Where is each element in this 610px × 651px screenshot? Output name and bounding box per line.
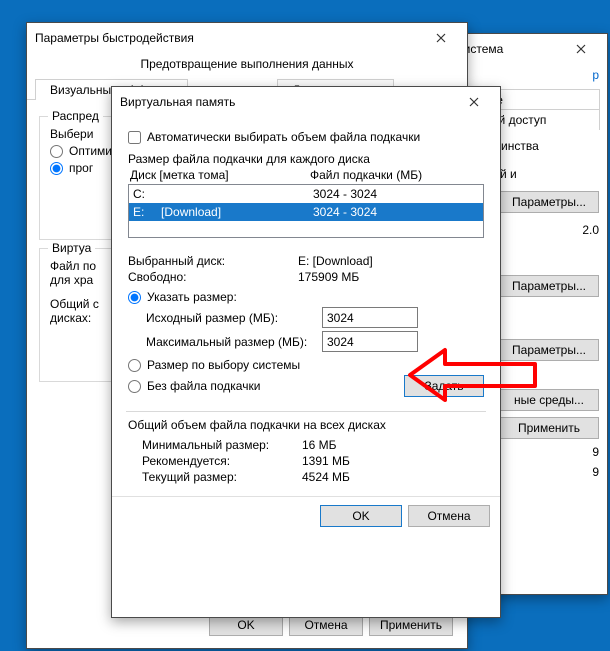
help-link[interactable]: р <box>592 68 599 82</box>
recommended-row: Рекомендуется: 1391 МБ <box>142 454 484 468</box>
radio-system-managed[interactable]: Размер по выбору системы <box>128 358 484 372</box>
virtual-memory-dialog: Виртуальная память Автоматически выбират… <box>111 86 501 618</box>
hdr-file: Файл подкачки (МБ) <box>310 168 482 182</box>
initial-size-input[interactable] <box>322 307 418 328</box>
drive-list[interactable]: C: 3024 - 3024 E: [Download] 3024 - 3024 <box>128 184 484 238</box>
selected-drive-row: Выбранный диск: E: [Download] <box>128 254 484 268</box>
auto-manage-label: Автоматически выбирать объем файла подка… <box>147 130 420 144</box>
vm-legend: Виртуа <box>48 241 95 255</box>
total-section-label: Общий объем файла подкачки на всех диска… <box>128 418 484 432</box>
close-icon[interactable] <box>456 87 492 117</box>
initial-size-row: Исходный размер (МБ): <box>128 307 484 328</box>
vm-titlebar: Виртуальная память <box>112 87 500 117</box>
cancel-button[interactable]: Отмена <box>408 505 490 527</box>
perf-titlebar: Параметры быстродействия <box>27 23 467 53</box>
hdr-drive: Диск [метка тома] <box>130 168 310 182</box>
drives-section-label: Размер файла подкачки для каждого диска <box>128 152 484 166</box>
radio-no-paging-label: Без файла подкачки <box>147 379 260 393</box>
min-size-row: Минимальный размер: 16 МБ <box>142 438 484 452</box>
max-size-label: Максимальный размер (МБ): <box>146 335 314 349</box>
radio-no-paging[interactable]: Без файла подкачки <box>128 379 404 393</box>
current-size-row: Текущий размер: 4524 МБ <box>142 470 484 484</box>
drive-row-e[interactable]: E: [Download] 3024 - 3024 <box>129 203 483 221</box>
recommended-value: 1391 МБ <box>302 454 484 468</box>
apply-button-sys[interactable]: Применить <box>499 417 599 439</box>
radio-programs-label: прог <box>69 161 93 175</box>
radio-custom-label: Указать размер: <box>147 290 237 304</box>
vm-title: Виртуальная память <box>120 95 456 109</box>
perf-title: Параметры быстродействия <box>35 31 423 45</box>
vm-buttons: OK Отмена <box>112 496 500 535</box>
system-titlebar: Система <box>447 34 607 64</box>
params-button-1[interactable]: Параметры... <box>499 191 599 213</box>
system-title: Система <box>455 42 563 56</box>
min-size-value: 16 МБ <box>302 438 484 452</box>
close-icon[interactable] <box>563 34 599 64</box>
max-size-row: Максимальный размер (МБ): <box>128 331 484 352</box>
ok-button[interactable]: OK <box>320 505 402 527</box>
max-size-input[interactable] <box>322 331 418 352</box>
auto-manage-checkbox[interactable]: Автоматически выбирать объем файла подка… <box>128 130 484 144</box>
scheduling-legend: Распред <box>48 109 103 123</box>
drive-row-c[interactable]: C: 3024 - 3024 <box>129 185 483 203</box>
current-size-label: Текущий размер: <box>142 470 302 484</box>
params-button-2[interactable]: Параметры... <box>499 275 599 297</box>
free-space-label: Свободно: <box>128 270 298 284</box>
free-space-row: Свободно: 175909 МБ <box>128 270 484 284</box>
tab-dep[interactable]: Предотвращение выполнения данных <box>27 53 467 71</box>
vm-body: Автоматически выбирать объем файла подка… <box>112 117 500 496</box>
params-button-3[interactable]: Параметры... <box>499 339 599 361</box>
radio-system-label: Размер по выбору системы <box>147 358 300 372</box>
current-size-value: 4524 МБ <box>302 470 484 484</box>
free-space-value: 175909 МБ <box>298 270 484 284</box>
selected-drive-label: Выбранный диск: <box>128 254 298 268</box>
selected-drive-value: E: [Download] <box>298 254 484 268</box>
set-button[interactable]: Задать <box>404 375 484 397</box>
env-vars-button[interactable]: ные среды... <box>499 389 599 411</box>
min-size-label: Минимальный размер: <box>142 438 302 452</box>
radio-custom-size[interactable]: Указать размер: <box>128 290 484 304</box>
drive-list-header: Диск [метка тома] Файл подкачки (МБ) <box>128 166 484 184</box>
radio-optimize-label: Оптими <box>69 144 112 158</box>
initial-size-label: Исходный размер (МБ): <box>146 311 314 325</box>
recommended-label: Рекомендуется: <box>142 454 302 468</box>
close-icon[interactable] <box>423 23 459 53</box>
